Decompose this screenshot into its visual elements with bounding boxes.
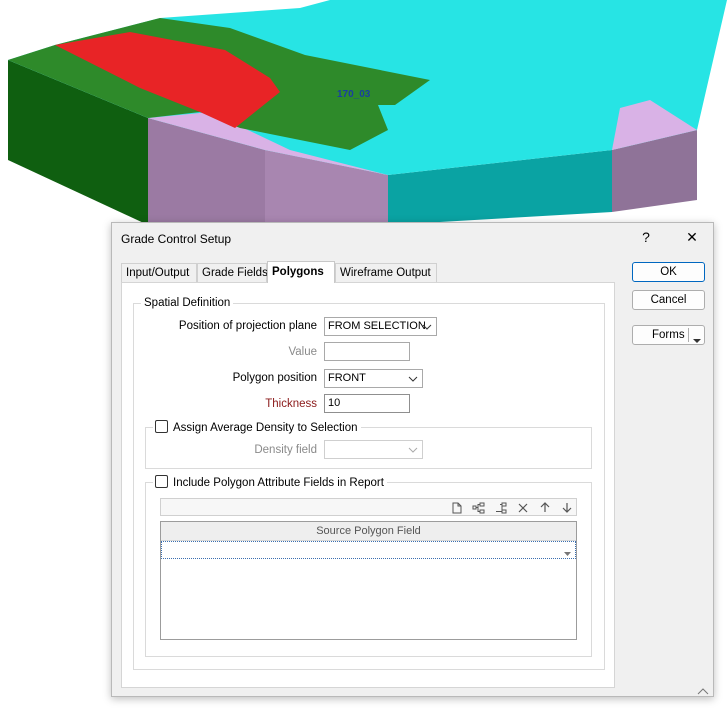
- polygon-position-select[interactable]: FRONT: [324, 369, 423, 388]
- chevron-down-icon: [407, 441, 419, 458]
- projection-plane-label: Position of projection plane: [178, 320, 317, 332]
- polygon-position-value: FRONT: [328, 372, 366, 384]
- assign-density-label: Assign Average Density to Selection: [173, 422, 358, 434]
- forms-button-label: Forms: [652, 329, 685, 341]
- include-attributes-label: Include Polygon Attribute Fields in Repo…: [173, 477, 384, 489]
- forms-divider: [688, 328, 689, 342]
- chevron-down-icon[interactable]: [693, 332, 701, 350]
- polygons-tab-panel: Spatial Definition Position of projectio…: [121, 282, 615, 688]
- chevron-down-icon: [421, 318, 433, 335]
- polygon-position-label: Polygon position: [232, 372, 317, 384]
- projection-plane-select[interactable]: FROM SELECTION: [324, 317, 437, 336]
- arrow-up-icon[interactable]: [536, 500, 554, 515]
- 3d-block-view: 170_03: [8, 0, 727, 225]
- tab-grade-fields[interactable]: Grade Fields: [197, 263, 268, 282]
- collapse-chevron-up-icon[interactable]: [697, 684, 709, 698]
- source-polygon-field-header: Source Polygon Field: [161, 522, 576, 541]
- dialog-title: Grade Control Setup: [121, 232, 232, 246]
- cancel-button[interactable]: Cancel: [632, 290, 705, 310]
- help-button[interactable]: ?: [632, 223, 660, 251]
- ok-button[interactable]: OK: [632, 262, 705, 282]
- value-field[interactable]: [324, 342, 410, 361]
- density-field-label: Density field: [254, 444, 317, 456]
- assign-density-checkbox[interactable]: [155, 420, 168, 433]
- density-legend: Assign Average Density to Selection: [153, 420, 361, 434]
- append-row-icon[interactable]: [492, 500, 510, 515]
- table-row[interactable]: [161, 541, 576, 559]
- include-attributes-checkbox[interactable]: [155, 475, 168, 488]
- chevron-down-icon[interactable]: [564, 546, 571, 560]
- attribute-fields-legend: Include Polygon Attribute Fields in Repo…: [153, 475, 387, 489]
- thickness-field[interactable]: 10: [324, 394, 410, 413]
- density-field-select[interactable]: [324, 440, 423, 459]
- close-button[interactable]: ✕: [678, 223, 706, 251]
- chevron-down-icon: [407, 370, 419, 387]
- tab-wireframe-output[interactable]: Wireframe Output: [335, 263, 437, 282]
- projection-plane-value: FROM SELECTION: [328, 320, 426, 332]
- grid-toolbar: [160, 498, 577, 516]
- grade-control-setup-dialog: Grade Control Setup ? ✕ Input/Output Gra…: [111, 222, 714, 697]
- polygon-label-170-03: 170_03: [337, 89, 371, 100]
- thickness-label: Thickness: [265, 398, 317, 410]
- source-polygon-field-grid: Source Polygon Field: [160, 521, 577, 640]
- tab-input-output[interactable]: Input/Output: [121, 263, 197, 282]
- tab-polygons[interactable]: Polygons: [267, 261, 335, 283]
- forms-button[interactable]: Forms: [632, 325, 705, 345]
- insert-row-icon[interactable]: [470, 500, 488, 515]
- value-label: Value: [288, 346, 317, 358]
- new-file-icon[interactable]: [448, 500, 466, 515]
- delete-row-icon[interactable]: [514, 500, 532, 515]
- arrow-down-icon[interactable]: [558, 500, 576, 515]
- spatial-definition-legend: Spatial Definition: [141, 297, 234, 309]
